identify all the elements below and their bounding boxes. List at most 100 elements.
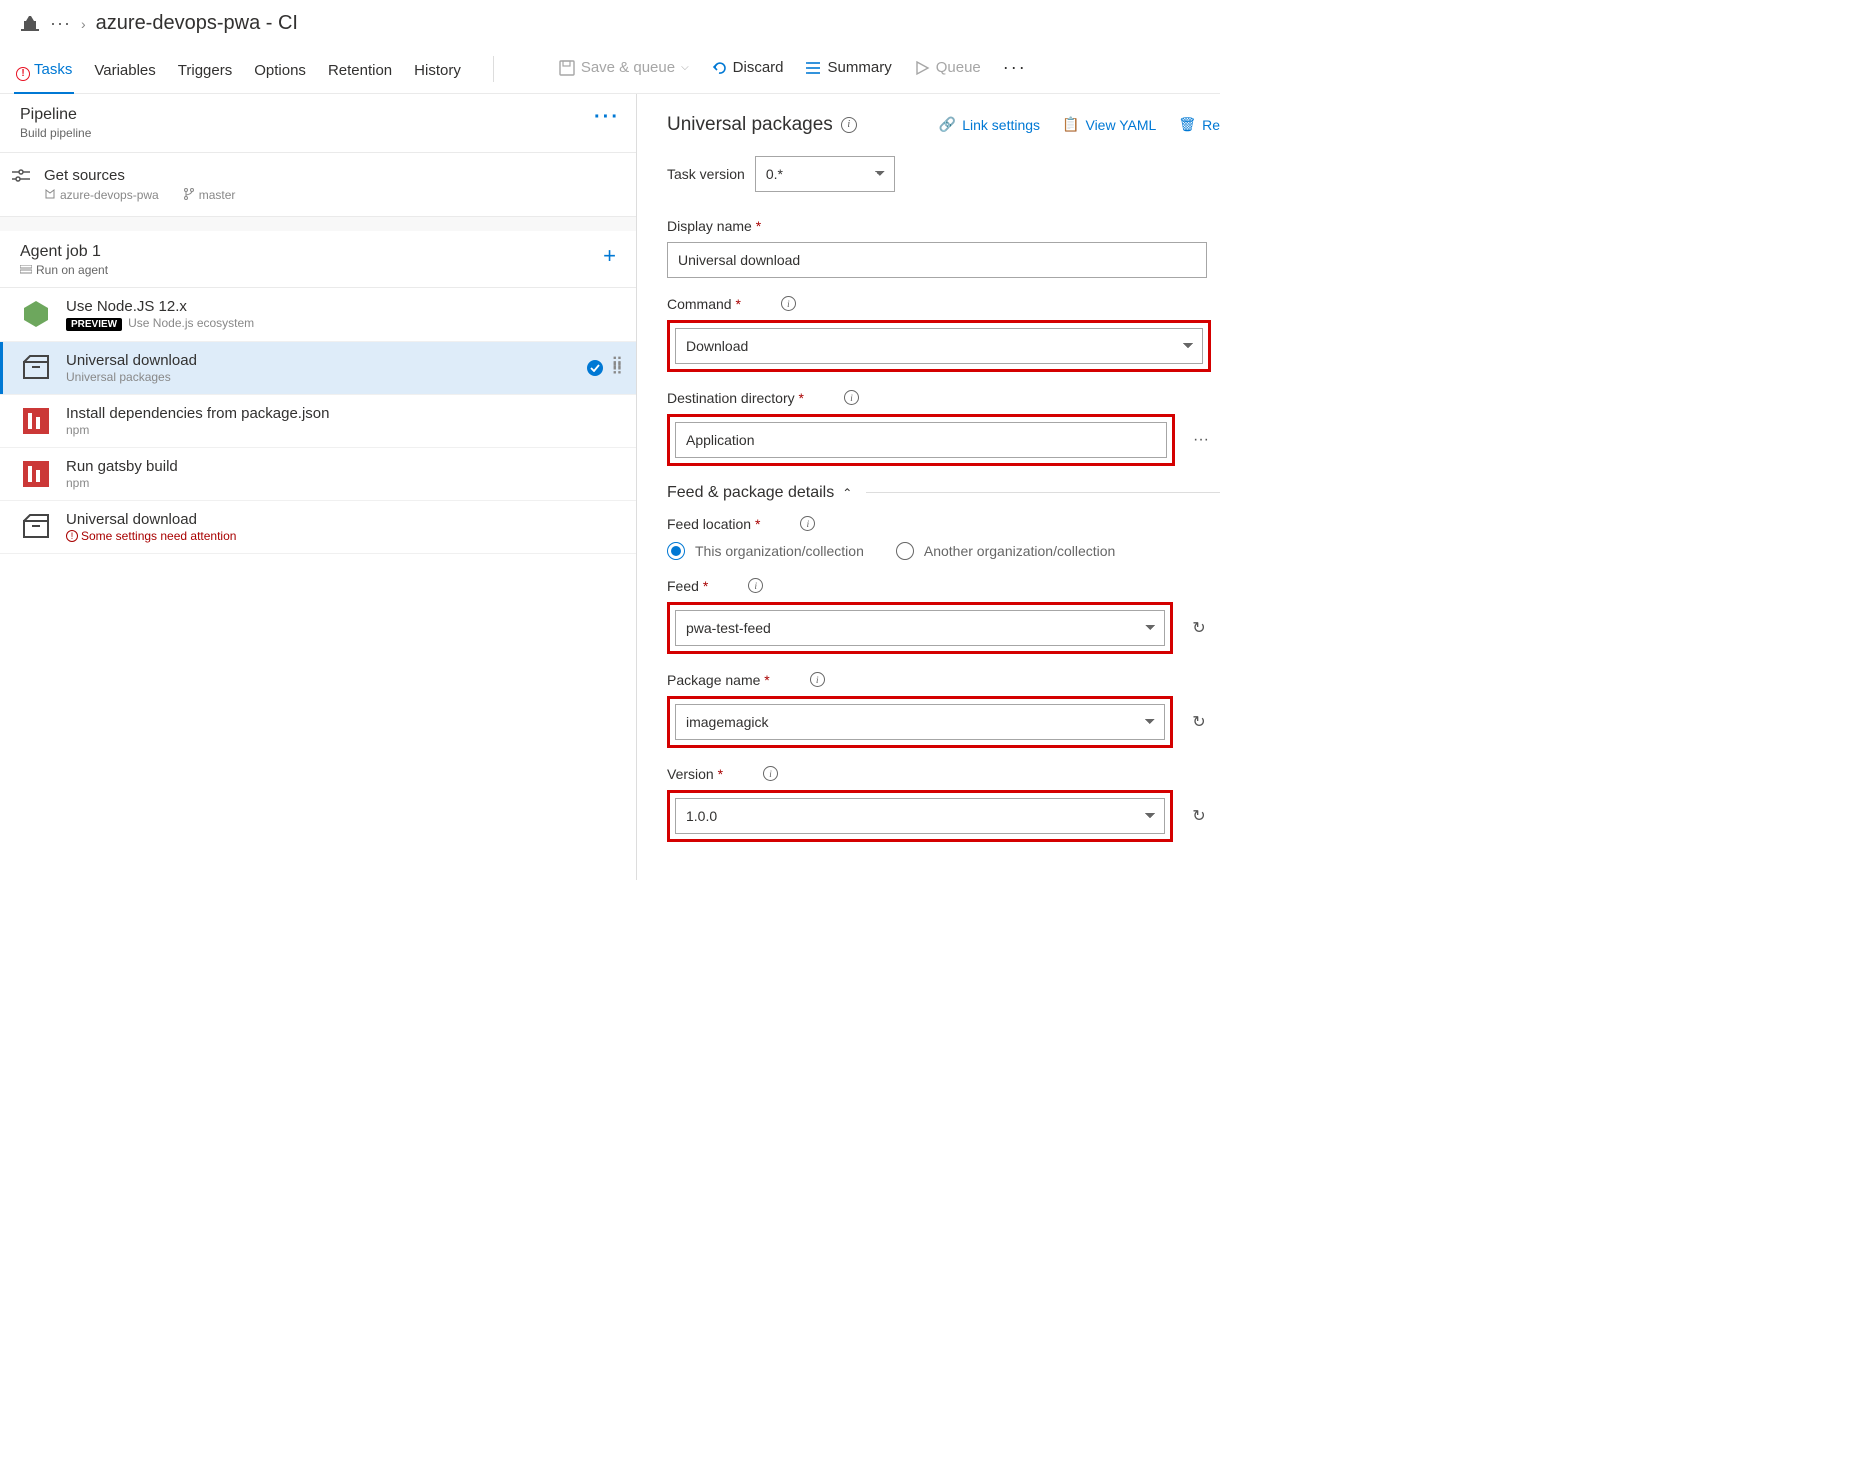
save-icon — [559, 60, 575, 76]
queue-button[interactable]: Queue — [914, 59, 981, 88]
section-feed-details[interactable]: Feed & package details⌃ — [667, 484, 1220, 502]
error-icon: ! — [66, 530, 78, 542]
agent-name: Agent job 1 — [20, 243, 108, 261]
get-sources[interactable]: Get sources azure-devops-pwa master — [0, 153, 636, 217]
dest-dir-input[interactable] — [675, 422, 1167, 458]
summary-button[interactable]: Summary — [806, 59, 892, 88]
task-sub: npm — [66, 423, 330, 437]
discard-button[interactable]: Discard — [711, 59, 784, 88]
warning-icon: ! — [16, 67, 30, 81]
display-name-label: Display name * — [667, 218, 761, 234]
tab-triggers[interactable]: Triggers — [178, 56, 232, 91]
tab-retention[interactable]: Retention — [328, 56, 392, 91]
package-label: Package name * — [667, 672, 770, 688]
package-icon — [20, 511, 52, 543]
chevron-down-icon: ⌵ — [681, 62, 689, 73]
refresh-button[interactable]: ↻ — [1185, 611, 1213, 645]
save-queue-button[interactable]: Save & queue ⌵ — [559, 59, 689, 88]
more-actions[interactable]: ··· — [1003, 57, 1027, 90]
info-icon[interactable]: i — [841, 117, 857, 133]
radio-icon — [896, 542, 914, 560]
branch-icon — [183, 188, 195, 200]
pipeline-title[interactable]: azure-devops-pwa - CI — [96, 12, 298, 35]
refresh-button[interactable]: ↻ — [1185, 705, 1213, 739]
task-row[interactable]: Universal download Universal packages ⠿⠿ — [0, 342, 636, 395]
task-row[interactable]: Use Node.JS 12.x PREVIEWUse Node.js ecos… — [0, 288, 636, 342]
task-version-select[interactable]: 0.* — [755, 156, 895, 192]
repo-name: azure-devops-pwa — [44, 188, 159, 202]
task-error: !Some settings need attention — [66, 529, 236, 543]
repo-icon — [44, 188, 56, 200]
task-sub: PREVIEWUse Node.js ecosystem — [66, 316, 254, 331]
radio-other-org[interactable]: Another organization/collection — [896, 542, 1115, 560]
pipeline-name: Pipeline — [20, 106, 91, 124]
server-icon — [20, 265, 32, 275]
npm-icon — [20, 458, 52, 490]
breadcrumb-ellipsis[interactable]: ··· — [50, 13, 71, 34]
task-row[interactable]: Universal download !Some settings need a… — [0, 501, 636, 554]
task-row[interactable]: Run gatsby build npm — [0, 448, 636, 501]
refresh-button[interactable]: ↻ — [1185, 799, 1213, 833]
list-icon — [806, 60, 822, 76]
task-title: Universal download — [66, 352, 197, 369]
npm-icon — [20, 405, 52, 437]
feed-select[interactable]: pwa-test-feed — [675, 610, 1165, 646]
task-title: Universal download — [66, 511, 236, 528]
get-sources-title: Get sources — [44, 167, 235, 184]
pipeline-more[interactable]: ··· — [594, 106, 620, 129]
play-icon — [914, 60, 930, 76]
sources-icon — [12, 169, 30, 183]
tab-history[interactable]: History — [414, 56, 461, 91]
version-select[interactable]: 1.0.0 — [675, 798, 1165, 834]
task-title: Run gatsby build — [66, 458, 178, 475]
check-icon — [587, 360, 603, 376]
command-label: Command * — [667, 296, 741, 312]
branch-name: master — [183, 188, 236, 202]
feed-location-label: Feed location * — [667, 516, 760, 532]
preview-badge: PREVIEW — [66, 318, 122, 331]
radio-this-org[interactable]: This organization/collection — [667, 542, 864, 560]
tab-tasks[interactable]: !Tasks — [16, 55, 72, 93]
info-icon[interactable]: i — [810, 672, 825, 687]
task-title: Install dependencies from package.json — [66, 405, 330, 422]
add-task-button[interactable]: + — [603, 243, 616, 269]
feed-label: Feed * — [667, 578, 708, 594]
browse-button[interactable]: ··· — [1187, 423, 1215, 457]
tab-bar: !Tasks Variables Triggers Options Retent… — [0, 45, 1220, 94]
chevron-up-icon: ⌃ — [842, 486, 852, 500]
remove-task[interactable]: 🗑Re — [1178, 116, 1220, 133]
command-select[interactable]: Download — [675, 328, 1203, 364]
tab-options[interactable]: Options — [254, 56, 306, 91]
chevron-right-icon: › — [81, 16, 86, 32]
breadcrumb: ··· › azure-devops-pwa - CI — [0, 0, 1220, 45]
view-yaml[interactable]: 📋View YAML — [1062, 116, 1156, 133]
task-row[interactable]: Install dependencies from package.json n… — [0, 395, 636, 448]
task-version-label: Task version — [667, 166, 745, 182]
pipeline-tree: Pipeline Build pipeline ··· Get sources … — [0, 94, 637, 880]
display-name-input[interactable] — [667, 242, 1207, 278]
trash-icon: 🗑 — [1178, 116, 1196, 133]
task-title: Use Node.JS 12.x — [66, 298, 254, 315]
info-icon[interactable]: i — [844, 390, 859, 405]
agent-job[interactable]: Agent job 1 Run on agent + — [0, 231, 636, 288]
link-settings[interactable]: 🔗Link settings — [939, 116, 1040, 133]
package-select[interactable]: imagemagick — [675, 704, 1165, 740]
info-icon[interactable]: i — [748, 578, 763, 593]
info-icon[interactable]: i — [800, 516, 815, 531]
tab-variables[interactable]: Variables — [94, 56, 155, 91]
pipeline-header[interactable]: Pipeline Build pipeline ··· — [0, 94, 636, 153]
undo-icon — [711, 60, 727, 76]
details-title: Universal packages — [667, 114, 833, 136]
package-icon — [20, 352, 52, 384]
agent-sub: Run on agent — [20, 263, 108, 277]
dest-dir-label: Destination directory * — [667, 390, 804, 406]
clipboard-icon: 📋 — [1062, 116, 1079, 133]
task-sub: npm — [66, 476, 178, 490]
link-icon: 🔗 — [939, 116, 956, 133]
version-label: Version * — [667, 766, 723, 782]
info-icon[interactable]: i — [763, 766, 778, 781]
info-icon[interactable]: i — [781, 296, 796, 311]
grip-icon[interactable]: ⠿⠿ — [611, 362, 624, 374]
radio-icon — [667, 542, 685, 560]
pipeline-sub: Build pipeline — [20, 126, 91, 140]
